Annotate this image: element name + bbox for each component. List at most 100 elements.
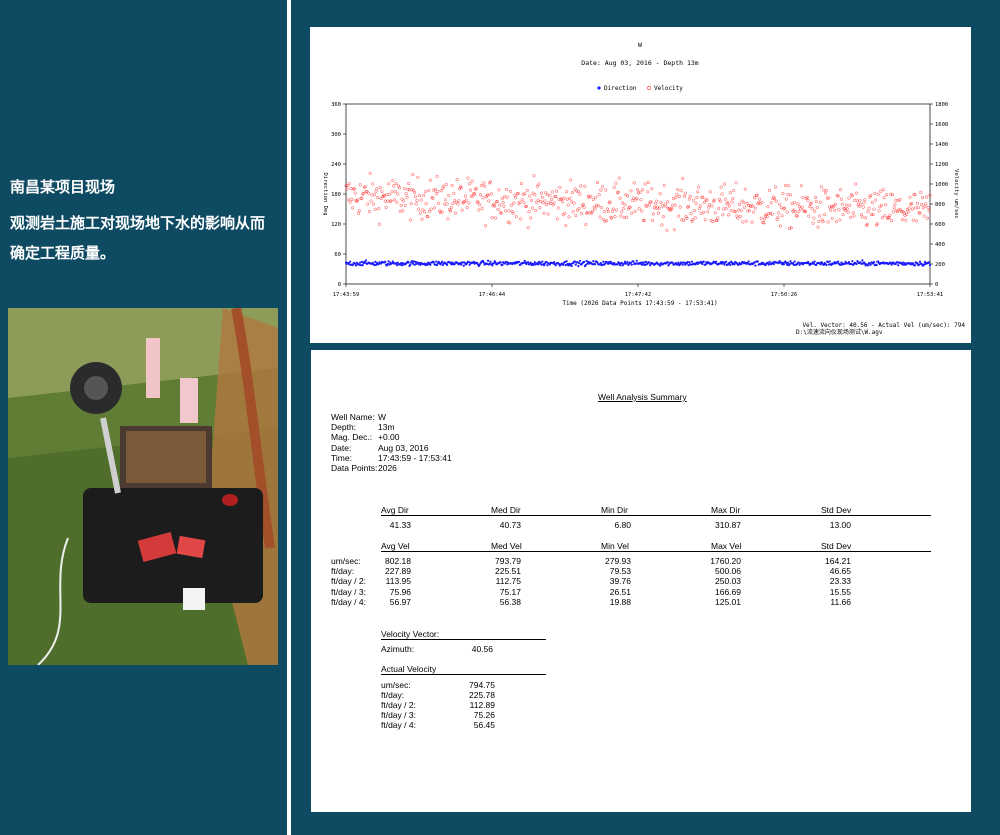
velocity-point [781, 192, 785, 196]
velocity-point [621, 201, 625, 205]
vel-header: Max Vel [711, 541, 742, 551]
velocity-point [419, 198, 423, 202]
chart-panel: W Date: Aug 03, 2016 - Depth 13m Directi… [310, 27, 971, 343]
velocity-point [375, 187, 379, 191]
vel-header: Med Vel [491, 541, 522, 551]
velocity-point [605, 207, 610, 211]
velocity-point [572, 201, 576, 205]
dir-value: 13.00 [829, 520, 851, 530]
velocity-point [626, 194, 630, 198]
velocity-point [534, 209, 538, 213]
velocity-point [696, 190, 700, 194]
velocity-point [443, 198, 447, 202]
velocity-point [387, 182, 391, 186]
velocity-point [599, 188, 603, 192]
velocity-point [583, 184, 587, 188]
velocity-point [501, 201, 505, 205]
velocity-point [496, 207, 500, 212]
velocity-point [763, 217, 767, 221]
velocity-point [366, 202, 370, 206]
velocity-point [370, 193, 374, 197]
summary-heading: Well Analysis Summary [598, 392, 687, 402]
velocity-point [673, 203, 677, 207]
y-left-tick-label: 360 [331, 102, 341, 108]
velocity-point [727, 204, 732, 208]
velocity-point [445, 202, 449, 206]
velocity-point [499, 211, 503, 215]
velocity-point [851, 211, 855, 215]
vel-value: 802.18 [385, 556, 411, 566]
dir-value: 41.33 [389, 520, 411, 530]
velocity-point [813, 209, 817, 213]
velocity-point [460, 208, 464, 212]
direction-point [517, 260, 521, 263]
x-tick-label: 17:43:59 [333, 292, 360, 298]
velocity-point [372, 202, 376, 206]
velocity-point [528, 194, 532, 198]
velocity-point [892, 206, 896, 210]
velocity-point [910, 207, 914, 211]
velocity-point [908, 195, 912, 199]
velocity-point [653, 202, 657, 206]
velocity-point [796, 202, 800, 206]
direction-point [583, 260, 586, 263]
velocity-point [502, 204, 506, 208]
direction-point [486, 259, 490, 262]
velocity-point [867, 206, 871, 210]
velocity-point [525, 188, 529, 192]
velocity-point [446, 217, 450, 221]
site-photo [8, 308, 278, 665]
direction-point [872, 260, 876, 264]
velocity-point [826, 220, 830, 224]
velocity-point [903, 214, 907, 218]
velocity-point [363, 185, 367, 189]
velocity-point [707, 203, 711, 207]
velocity-point [637, 207, 641, 211]
direction-point [772, 262, 775, 266]
velocity-point [922, 214, 926, 218]
velocity-point [570, 200, 574, 204]
velocity-point [384, 206, 388, 210]
velocity-point [919, 190, 923, 194]
direction-point [666, 261, 669, 264]
velocity-point [734, 181, 738, 185]
direction-point [623, 260, 627, 263]
velocity-point [737, 203, 742, 207]
velocity-point [905, 212, 909, 216]
velocity-point [751, 204, 755, 208]
velocity-point [613, 215, 617, 219]
velocity-point [422, 193, 426, 197]
velocity-point [523, 192, 527, 196]
direction-point [432, 261, 435, 264]
velocity-point [646, 180, 650, 185]
velocity-point [778, 224, 782, 228]
velocity-point [616, 190, 620, 194]
velocity-point [743, 187, 747, 191]
velocity-point [550, 197, 554, 201]
direction-point [533, 261, 536, 264]
velocity-point [591, 197, 595, 202]
velocity-point [607, 201, 611, 205]
velocity-point [915, 201, 919, 205]
velocity-point [378, 186, 382, 190]
velocity-point [801, 196, 805, 200]
velocity-point [679, 189, 683, 193]
velocity-point [411, 172, 415, 177]
velocity-point [790, 201, 794, 206]
velocity-point [776, 215, 780, 219]
velocity-point [636, 188, 640, 192]
velocity-point [827, 196, 831, 200]
velocity-point [900, 218, 904, 222]
velocity-point [617, 176, 621, 180]
direction-point [677, 261, 680, 264]
velocity-point [733, 210, 737, 214]
velocity-point [597, 193, 601, 197]
velocity-point [615, 208, 619, 212]
legend-velocity-marker [646, 85, 652, 91]
direction-point [688, 261, 691, 264]
velocity-point [522, 201, 526, 205]
velocity-point [717, 207, 721, 211]
vel-value: 225.51 [495, 566, 521, 576]
velocity-point [724, 207, 728, 211]
velocity-point [783, 206, 787, 210]
